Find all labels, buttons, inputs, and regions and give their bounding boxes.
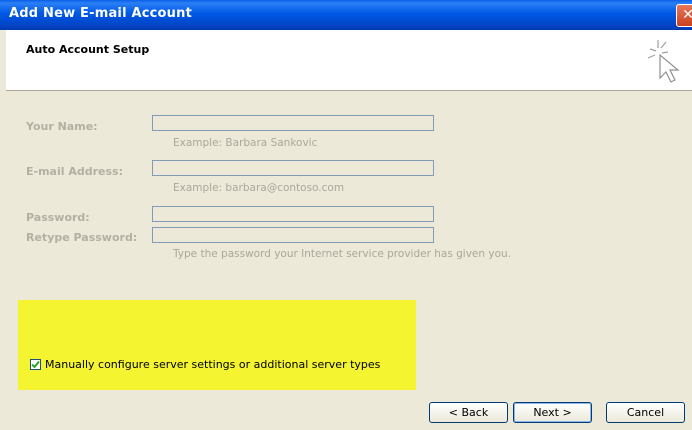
window-title: Add New E-mail Account (9, 6, 192, 21)
your-name-hint: Example: Barbara Sankovic (173, 137, 318, 149)
email-hint: Example: barbara@contoso.com (173, 182, 345, 194)
email-label: E-mail Address: (26, 165, 123, 178)
email-input[interactable] (152, 160, 434, 176)
cancel-button[interactable]: Cancel (606, 402, 685, 423)
retype-password-input[interactable] (152, 227, 434, 243)
your-name-input[interactable] (152, 115, 434, 131)
wizard-header: Auto Account Setup (6, 30, 692, 91)
manual-config-option[interactable]: Manually configure server settings or ad… (30, 358, 380, 371)
add-email-account-dialog: Add New E-mail Account ✕ Auto Account Se… (0, 0, 692, 430)
manual-config-checkbox[interactable] (30, 359, 41, 370)
close-icon: ✕ (682, 7, 692, 23)
highlight-box (18, 300, 416, 390)
close-button[interactable]: ✕ (676, 4, 692, 27)
your-name-label: Your Name: (26, 120, 98, 133)
sparkle-cursor-icon (647, 40, 680, 83)
checkmark-icon (31, 360, 40, 369)
password-input[interactable] (152, 206, 434, 222)
title-bar: Add New E-mail Account ✕ (0, 0, 692, 30)
next-button[interactable]: Next > (513, 402, 592, 423)
password-hint: Type the password your Internet service … (173, 248, 511, 260)
page-title: Auto Account Setup (26, 43, 150, 56)
password-label: Password: (26, 211, 90, 224)
back-button[interactable]: < Back (429, 402, 508, 423)
manual-config-label: Manually configure server settings or ad… (45, 358, 381, 371)
dialog-body: Auto Account Setup Your Name: Example: B… (6, 30, 692, 430)
retype-password-label: Retype Password: (26, 231, 138, 244)
